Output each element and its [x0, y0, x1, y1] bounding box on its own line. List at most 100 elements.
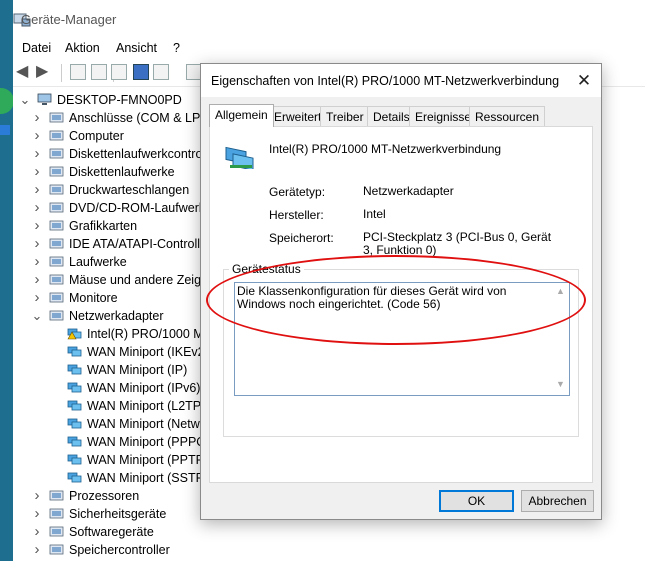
tree-category[interactable]: › Softwaregeräte [13, 523, 213, 541]
manufacturer-label: Hersteller: [269, 208, 324, 222]
device-category-icon [49, 184, 64, 195]
tree-item-label: Monitore [69, 291, 118, 305]
tree-category[interactable]: › Prozessoren [13, 487, 213, 505]
cancel-button[interactable]: Abbrechen [521, 490, 594, 512]
tree-category[interactable]: › Grafikkarten [13, 217, 213, 235]
tree-category[interactable]: › Diskettenlaufwerke [13, 163, 213, 181]
chevron-right-icon[interactable]: › [31, 253, 43, 271]
device-category-icon [49, 310, 64, 321]
tree-item-label: WAN Miniport (IPv6) [87, 381, 201, 395]
device-category-icon [49, 490, 64, 501]
tree-device-item[interactable]: WAN Miniport (SSTP) [13, 469, 213, 487]
scroll-up-icon[interactable]: ▲ [556, 286, 565, 296]
menu-action[interactable]: Aktion [65, 41, 100, 55]
tree-device-item[interactable]: WAN Miniport (Network Monitor) [13, 415, 213, 433]
chevron-right-icon[interactable]: › [31, 289, 43, 307]
desktop-icon-fragment [0, 88, 14, 114]
network-adapter-icon [67, 472, 82, 483]
tree-item-label: Grafikkarten [69, 219, 138, 233]
tree-item-label: DESKTOP-FMNO0PD [57, 93, 182, 107]
menu-view[interactable]: Ansicht [116, 41, 157, 55]
tab-events[interactable]: Ereignisse [409, 106, 478, 126]
tree-item-label: IDE ATA/ATAPI-Controller [69, 237, 212, 251]
tab-advanced[interactable]: Erweitert [268, 106, 328, 126]
manufacturer-value: Intel [363, 207, 386, 221]
tree-device-item[interactable]: WAN Miniport (IPv6) [13, 379, 213, 397]
tree-category[interactable]: › Sicherheitsgeräte [13, 505, 213, 523]
tree-item-label: WAN Miniport (SSTP) [87, 471, 209, 485]
tree-item-label: Speichercontroller [69, 543, 170, 557]
tree-category[interactable]: › Anschlüsse (COM & LPT) [13, 109, 213, 127]
tree-item-label: WAN Miniport (IKEv2) [87, 345, 209, 359]
tree-category[interactable]: › Mäuse und andere Zeigegeräte [13, 271, 214, 289]
tree-category[interactable]: › Druckwarteschlangen [13, 181, 213, 199]
dialog-title: Eigenschaften von Intel(R) PRO/1000 MT-N… [211, 74, 560, 88]
tree-category[interactable]: › Diskettenlaufwerkcontroller [13, 145, 214, 163]
chevron-right-icon[interactable]: › [31, 523, 43, 541]
tree-device-item[interactable]: Intel(R) PRO/1000 MT-Netzwerkverbindung [13, 325, 213, 343]
network-adapter-icon [67, 454, 82, 465]
tree-category[interactable]: ⌄ Netzwerkadapter [13, 307, 213, 325]
tree-category[interactable]: › IDE ATA/ATAPI-Controller [13, 235, 213, 253]
device-status-textbox[interactable]: Die Klassenkonfiguration für dieses Gerä… [234, 282, 570, 396]
device-type-label: Gerätetyp: [269, 185, 326, 199]
chevron-right-icon[interactable]: › [31, 487, 43, 505]
menu-help[interactable]: ? [173, 41, 180, 55]
window-title: Geräte-Manager [21, 12, 117, 27]
device-category-icon [49, 112, 64, 123]
tree-item-label: Druckwarteschlangen [69, 183, 190, 197]
properties-icon[interactable] [91, 64, 107, 80]
tree-device-item[interactable]: WAN Miniport (PPTP) [13, 451, 213, 469]
back-arrow-icon[interactable]: ◀ [16, 64, 28, 80]
chevron-down-icon[interactable]: ⌄ [31, 307, 43, 325]
tree-category[interactable]: › DVD/CD-ROM-Laufwerke [13, 199, 213, 217]
menu-file[interactable]: Datei [22, 41, 51, 55]
tab-general[interactable]: Allgemein [209, 104, 274, 127]
tree-item-label: Laufwerke [69, 255, 127, 269]
tree-item-label: WAN Miniport (PPPOE) [87, 435, 213, 449]
tree-device-item[interactable]: WAN Miniport (PPPOE) [13, 433, 213, 451]
tree-category[interactable]: › Laufwerke [13, 253, 213, 271]
chevron-right-icon[interactable]: › [31, 217, 43, 235]
device-view-icon[interactable] [70, 64, 86, 80]
forward-arrow-icon[interactable]: ▶ [36, 64, 48, 80]
tree-device-item[interactable]: WAN Miniport (IP) [13, 361, 213, 379]
tree-item-label: Diskettenlaufwerkcontroller [69, 147, 213, 161]
tab-resources[interactable]: Ressourcen [469, 106, 546, 126]
chevron-right-icon[interactable]: › [31, 505, 43, 523]
chevron-right-icon[interactable]: › [31, 145, 43, 163]
help-icon[interactable] [133, 64, 149, 80]
list-icon[interactable] [111, 64, 127, 80]
status-scrollbar[interactable]: ▲ ▼ [553, 283, 569, 395]
device-category-icon [49, 274, 64, 285]
tree-item-label: WAN Miniport (Network Monitor) [87, 417, 213, 431]
device-category-icon [49, 130, 64, 141]
tab-driver[interactable]: Treiber [320, 106, 370, 126]
device-status-text: Die Klassenkonfiguration für dieses Gerä… [237, 284, 507, 311]
chevron-right-icon[interactable]: › [31, 163, 43, 181]
device-type-value: Netzwerkadapter [363, 184, 454, 198]
tree-device-item[interactable]: WAN Miniport (L2TP) [13, 397, 213, 415]
chevron-right-icon[interactable]: › [31, 235, 43, 253]
chevron-right-icon[interactable]: › [31, 541, 43, 559]
toolbar-separator [61, 64, 62, 82]
tree-device-item[interactable]: WAN Miniport (IKEv2) [13, 343, 213, 361]
chevron-right-icon[interactable]: › [31, 127, 43, 145]
tree-category[interactable]: › Monitore [13, 289, 213, 307]
tree-root[interactable]: ⌄ DESKTOP-FMNO0PD [13, 91, 213, 109]
tree-category[interactable]: › Speichercontroller [13, 541, 213, 559]
close-icon[interactable]: ✕ [573, 70, 595, 92]
chevron-right-icon[interactable]: › [31, 109, 43, 127]
menu-bar: Datei Aktion Ansicht ? [13, 38, 645, 58]
refresh-icon[interactable] [153, 64, 169, 80]
ok-button[interactable]: OK [439, 490, 514, 512]
tree-category[interactable]: › Computer [13, 127, 213, 145]
chevron-right-icon[interactable]: › [31, 271, 43, 289]
device-category-icon [49, 292, 64, 303]
location-value: PCI-Steckplatz 3 (PCI-Bus 0, Gerät 3, Fu… [363, 230, 552, 257]
chevron-down-icon[interactable]: ⌄ [19, 91, 31, 109]
tree-item-label: Diskettenlaufwerke [69, 165, 175, 179]
chevron-right-icon[interactable]: › [31, 181, 43, 199]
chevron-right-icon[interactable]: › [31, 199, 43, 217]
scroll-down-icon[interactable]: ▼ [556, 379, 565, 389]
